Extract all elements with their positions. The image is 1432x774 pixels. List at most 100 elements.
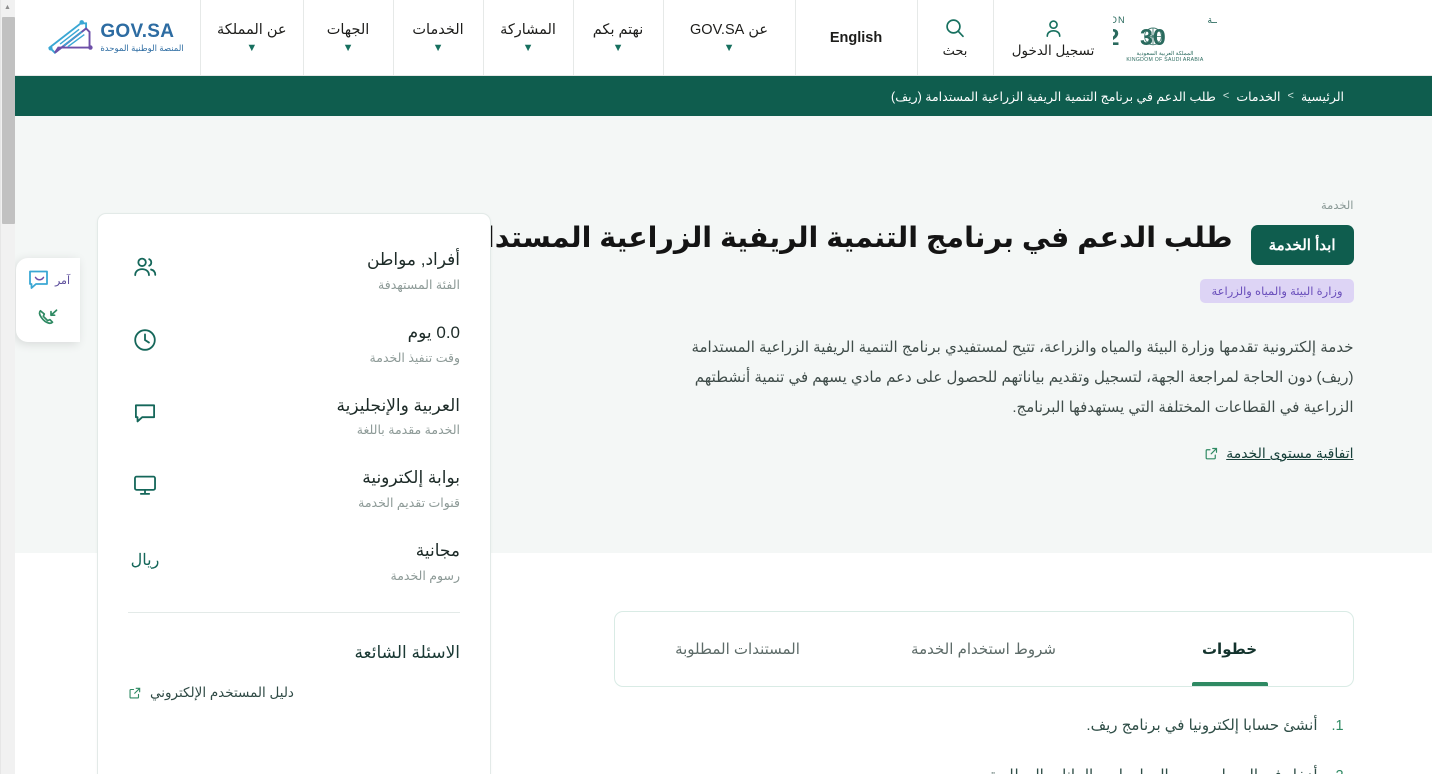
vertical-scrollbar[interactable]: ▲ (0, 0, 15, 774)
nav-item-we-care[interactable]: نهتم بكم ▼ (572, 0, 663, 75)
breadcrumb-separator: > (1287, 90, 1294, 102)
sidebar-divider (128, 611, 460, 613)
search-label: بحث (942, 43, 968, 58)
info-key: رسوم الخدمة (390, 568, 461, 583)
chat-assistant-label: آمر (54, 274, 71, 287)
scroll-up-arrow-icon[interactable]: ▲ (0, 0, 15, 15)
breadcrumb-item-services[interactable]: الخدمات (1236, 89, 1280, 104)
step-text: أدخل في الحساب جميع المعلومات والبيانات … (985, 765, 1317, 774)
nav-item-participation[interactable]: المشاركة ▼ (482, 0, 573, 75)
clock-icon (128, 323, 162, 357)
riyal-icon: ريال (128, 541, 162, 575)
login-label: تسجيل الدخول (1011, 42, 1095, 58)
nav-label: عن GOV.SA (690, 21, 769, 38)
info-row-language: العربية والإنجليزية الخدمة مقدمة باللغة (128, 394, 461, 438)
info-row-target-audience: أفراد, مواطن الفئة المستهدفة (128, 248, 460, 292)
info-value: 0.0 يوم (407, 322, 460, 342)
user-icon (1045, 19, 1061, 37)
site-header: GOV.SA المنصة الوطنية الموحدة عن المملكة… (15, 0, 1432, 76)
info-key: الخدمة مقدمة باللغة (356, 423, 460, 438)
info-row-channels: بوابة إلكترونية قنوات تقديم الخدمة (128, 466, 460, 510)
breadcrumb-separator: > (1222, 90, 1230, 102)
chevron-down-icon: ▼ (612, 41, 624, 54)
vision-2030-icon: رؤيــــة VISION 2 30 المملكة العربية الس… (1113, 14, 1217, 63)
svg-text:رؤيــــة: رؤيــــة (1207, 14, 1217, 25)
govsa-logo-text: GOV.SA (100, 21, 175, 43)
scrollbar-thumb[interactable] (2, 17, 15, 224)
list-item: 1. أنشئ حسابا إلكترونيا في برنامج ريف. (614, 715, 1354, 738)
info-row-fees: ريال مجانية رسوم الخدمة (128, 539, 460, 583)
service-description: خدمة إلكترونية تقدمها وزارة البيئة والمي… (691, 339, 1354, 416)
faq-user-guide-link[interactable]: دليل المستخدم الإلكتروني (128, 685, 460, 701)
nav-label: الجهات (326, 21, 370, 38)
nav-label: عن المملكة (217, 21, 287, 38)
breadcrumb-item-home[interactable]: الرئيسية (1301, 89, 1344, 104)
info-value: أفراد, مواطن (366, 250, 460, 269)
info-value: العربية والإنجليزية (336, 395, 461, 415)
svg-text:KINGDOM OF SAUDI ARABIA: KINGDOM OF SAUDI ARABIA (1126, 57, 1203, 63)
search-icon (946, 19, 964, 38)
floating-support-widget: آمر (16, 258, 80, 342)
breadcrumb-item-current: طلب الدعم في برنامج التنمية الريفية الزر… (891, 89, 1216, 104)
faq-link-label: دليل المستخدم الإلكتروني (150, 684, 294, 700)
service-eyebrow-label: الخدمة (1321, 200, 1354, 212)
svg-text:2: 2 (1113, 24, 1119, 50)
svg-text:ريال: ريال (131, 552, 160, 569)
info-key: وقت تنفيذ الخدمة (369, 350, 460, 365)
step-text: أنشئ حسابا إلكترونيا في برنامج ريف. (1086, 717, 1318, 734)
chevron-down-icon: ▼ (342, 41, 354, 54)
callback-button[interactable] (35, 306, 61, 330)
govsa-logo: GOV.SA المنصة الوطنية الموحدة (41, 18, 184, 58)
phone-callback-icon (38, 309, 58, 325)
external-link-icon (129, 687, 141, 699)
chevron-down-icon: ▼ (522, 41, 534, 54)
svg-text:المملكة العربية السعودية: المملكة العربية السعودية (1136, 49, 1193, 56)
nav-label: المشاركة (500, 21, 556, 38)
step-number: 1. (1331, 718, 1344, 734)
chevron-down-icon: ▼ (723, 41, 735, 54)
info-key: قنوات تقديم الخدمة (358, 496, 460, 511)
info-row-execution-time: 0.0 يوم وقت تنفيذ الخدمة (128, 321, 460, 365)
chevron-down-icon: ▼ (246, 41, 258, 54)
info-value: بوابة إلكترونية (362, 468, 460, 488)
chat-bubble-icon (29, 270, 48, 289)
service-tabs: خطوات شروط استخدام الخدمة المستندات المط… (613, 611, 1354, 687)
agency-badge: وزارة البيئة والمياه والزراعة (1200, 279, 1354, 303)
nav-item-entities[interactable]: الجهات ▼ (302, 0, 393, 75)
sla-link[interactable]: اتفاقية مستوى الخدمة (1204, 445, 1354, 462)
tab-terms[interactable]: شروط استخدام الخدمة (861, 612, 1107, 686)
govsa-logo-subtitle: المنصة الوطنية الموحدة (100, 43, 184, 54)
govsa-emblem-icon (48, 19, 93, 54)
nav-label: نهتم بكم (592, 21, 644, 38)
govsa-logo-block[interactable]: GOV.SA المنصة الوطنية الموحدة (15, 0, 200, 75)
faq-heading: الاسئلة الشائعة (354, 642, 460, 662)
sla-link-label: اتفاقية مستوى الخدمة (1226, 445, 1354, 461)
search-button[interactable]: بحث (916, 0, 993, 75)
step-number: 2. (1332, 768, 1354, 774)
chat-icon (128, 396, 162, 430)
list-item: 2. أدخل في الحساب جميع المعلومات والبيان… (614, 765, 1354, 774)
nav-item-services[interactable]: الخدمات ▼ (392, 0, 483, 75)
svg-text:VISION: VISION (1113, 14, 1126, 24)
nav-label: الخدمات (412, 21, 464, 38)
nav-item-about-kingdom[interactable]: عن المملكة ▼ (200, 0, 303, 75)
tab-documents[interactable]: المستندات المطلوبة (615, 612, 861, 686)
chevron-down-icon: ▼ (432, 41, 444, 54)
breadcrumb-bar: الرئيسية > الخدمات > طلب الدعم في برنامج… (15, 76, 1432, 116)
page-root: GOV.SA المنصة الوطنية الموحدة عن المملكة… (15, 0, 1432, 774)
login-button[interactable]: تسجيل الدخول (992, 0, 1113, 75)
browser-viewport: GOV.SA المنصة الوطنية الموحدة عن المملكة… (0, 0, 1432, 774)
monitor-icon (128, 468, 162, 502)
breadcrumb: الرئيسية > الخدمات > طلب الدعم في برنامج… (891, 89, 1344, 104)
chat-assistant-button[interactable]: آمر (26, 268, 70, 292)
info-value: مجانية (415, 541, 460, 561)
nav-item-about-govsa[interactable]: عن GOV.SA ▼ (662, 0, 795, 75)
start-service-button[interactable]: ابدأ الخدمة (1250, 225, 1354, 265)
service-info-card: أفراد, مواطن الفئة المستهدفة 0.0 يوم وقت… (97, 213, 491, 774)
tab-steps[interactable]: خطوات (1107, 612, 1353, 686)
language-toggle[interactable]: English (794, 0, 917, 75)
vision-2030-logo-block[interactable]: رؤيــــة VISION 2 30 المملكة العربية الس… (1113, 0, 1432, 75)
external-link-icon (1205, 447, 1218, 460)
steps-list: 1. أنشئ حسابا إلكترونيا في برنامج ريف. 2… (614, 687, 1354, 774)
info-key: الفئة المستهدفة (378, 277, 460, 292)
